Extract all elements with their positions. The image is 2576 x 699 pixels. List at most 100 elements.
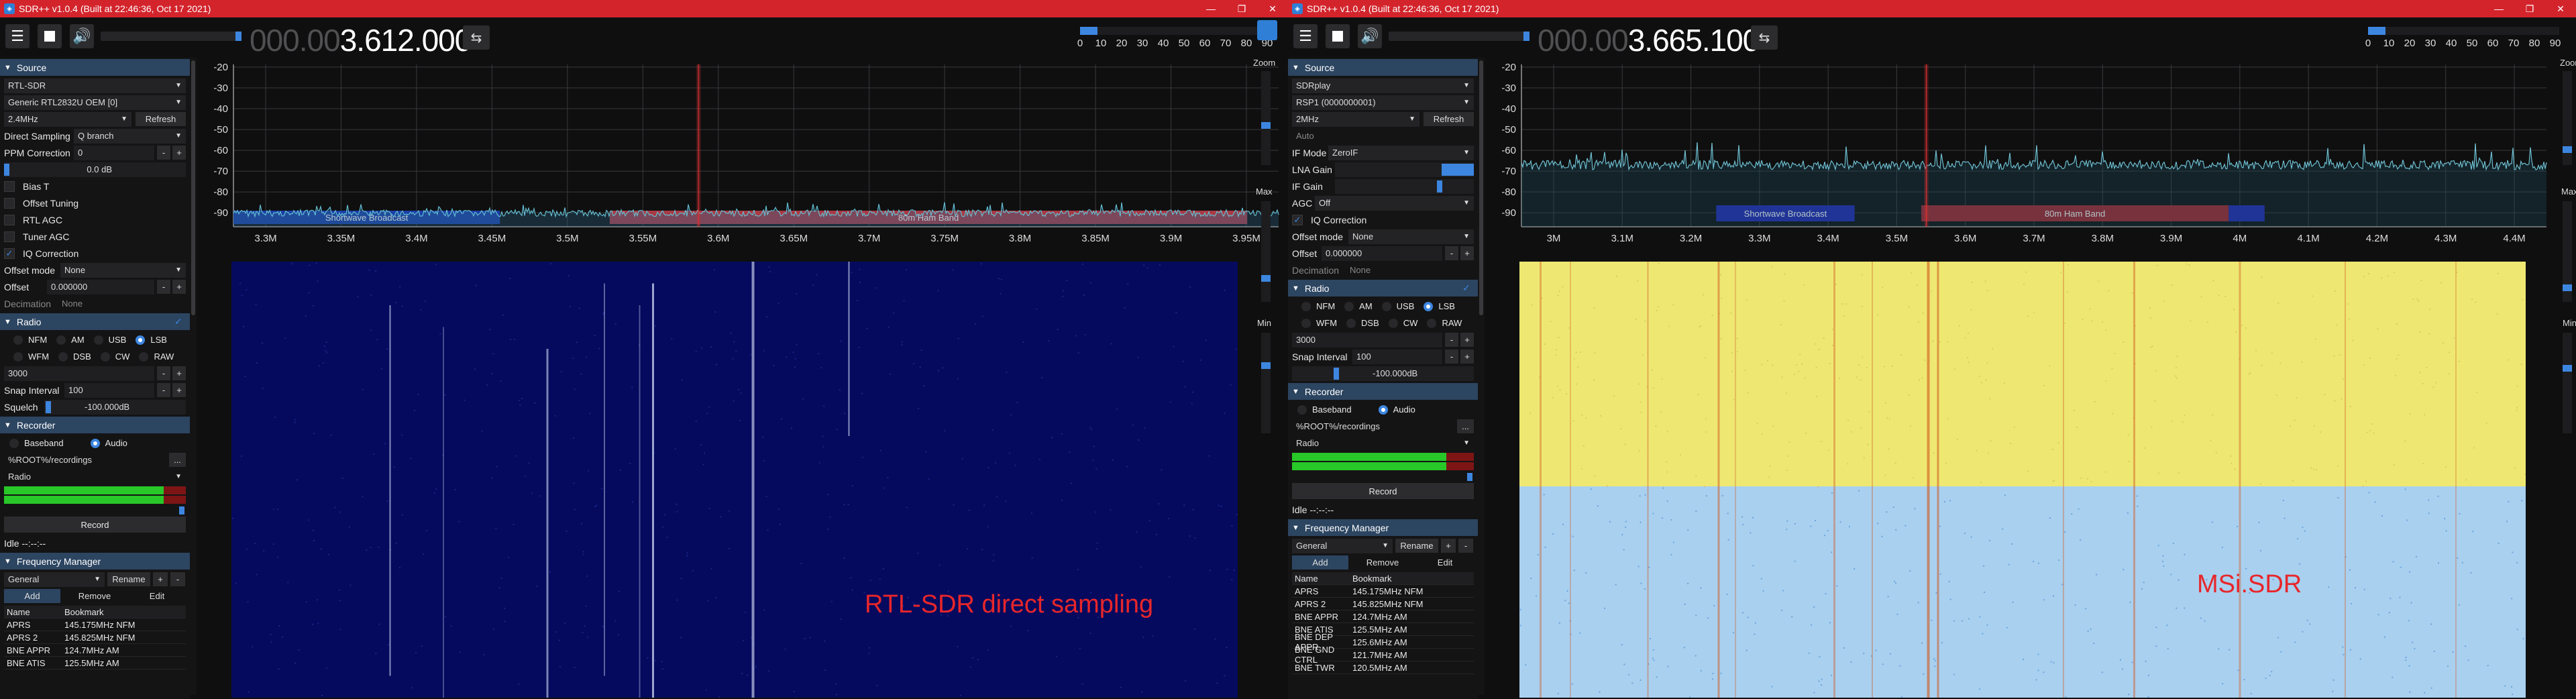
source-select[interactable]: RTL-SDR ▼ — [4, 78, 186, 93]
bandwidth-input[interactable]: 3000 — [4, 366, 154, 381]
rec-stream-select[interactable]: Radio ▼ — [1292, 435, 1474, 451]
mode-dsb[interactable]: DSB — [58, 352, 91, 362]
ppm-input[interactable]: 0 — [74, 145, 154, 160]
radio-dot[interactable] — [13, 335, 23, 345]
iq-correction-checkbox[interactable]: ✓ — [4, 248, 15, 259]
rec-volume-handle[interactable] — [179, 506, 184, 515]
rec-audio[interactable]: Audio — [1378, 405, 1415, 415]
fft-spectrum[interactable]: -20 -30 -40 -50 -60 -70 -80 -90 3M 3.1M 3.2M 3.3M 3.… — [1489, 58, 2556, 259]
lna-handle[interactable] — [1442, 163, 1474, 176]
freqman-header[interactable]: ▼ Frequency Manager — [0, 553, 190, 570]
radio-dot[interactable] — [56, 335, 66, 345]
mode-wfm[interactable]: WFM — [13, 352, 49, 362]
samplerate-select[interactable]: 2.4MHz ▼ — [4, 111, 131, 127]
radio-dot[interactable] — [13, 352, 23, 362]
offset-input[interactable]: 0.000000 — [47, 279, 154, 294]
gain-slider[interactable]: 0.0 dB — [4, 162, 186, 177]
offset-decrement[interactable]: - — [1445, 246, 1458, 260]
offset-input[interactable]: 0.000000 — [1322, 246, 1442, 261]
rec-path-input[interactable]: %ROOT%/recordings — [4, 452, 165, 468]
rec-audio[interactable]: Audio — [90, 438, 127, 448]
rec-browse-button[interactable]: ... — [1457, 419, 1474, 433]
radio-dot[interactable] — [1381, 301, 1391, 311]
fft-plot[interactable]: -20-30-40-50-60-70-80-903.3M 3.35M 3.4M 3.4… — [201, 58, 1288, 259]
decimation-select[interactable]: None — [1346, 262, 1474, 278]
offset-decrement[interactable]: - — [157, 280, 170, 294]
stop-button[interactable] — [38, 24, 62, 48]
radio-dot[interactable] — [58, 352, 68, 362]
source-select[interactable]: SDRplay ▼ — [1292, 78, 1474, 93]
direct-sampling-select[interactable]: Q branch ▼ — [74, 128, 186, 144]
enable-check-icon[interactable]: ✓ — [174, 316, 182, 327]
gain-slider-handle[interactable] — [4, 163, 9, 176]
remove-list-button[interactable]: - — [170, 572, 185, 586]
frequency-display[interactable]: 000.003.612.000 — [250, 20, 472, 60]
left-max-slider[interactable] — [1261, 201, 1271, 302]
ppm-increment[interactable]: + — [172, 146, 186, 160]
volume-slider-handle[interactable] — [1523, 32, 1529, 41]
left-window-side-icon[interactable] — [1257, 20, 1277, 40]
minimize-button[interactable]: — — [2483, 0, 2514, 17]
radio-dot[interactable] — [1301, 318, 1311, 328]
if-gain-slider[interactable] — [1335, 178, 1474, 194]
tuning-mode-swap-icon[interactable]: ⇆ — [1751, 25, 1778, 50]
radio-dot[interactable] — [139, 352, 149, 362]
edit-bookmark-button[interactable]: Edit — [1417, 555, 1473, 570]
offset-increment[interactable]: + — [172, 280, 186, 294]
scrollbar-thumb[interactable] — [191, 60, 195, 315]
device-select[interactable]: Generic RTL2832U OEM [0] ▼ — [4, 95, 186, 110]
waterfall[interactable]: MSi.SDR — [1519, 262, 2526, 698]
left-min-handle[interactable] — [1261, 362, 1271, 369]
ppm-decrement[interactable]: - — [157, 146, 170, 160]
offset-tuning-checkbox[interactable] — [4, 197, 15, 209]
iq-correction-checkbox[interactable]: ✓ — [1292, 214, 1303, 225]
radio-dot[interactable] — [93, 335, 103, 345]
left-min-slider[interactable] — [1261, 333, 1271, 433]
table-row[interactable]: BNE GND CTRL 121.7MHz AM — [1292, 645, 1474, 665]
table-row[interactable]: BNE APPR 124.7MHz AM — [4, 644, 186, 657]
if-gain-handle[interactable] — [1437, 180, 1442, 193]
menu-hamburger-icon[interactable]: ☰ — [1293, 24, 1318, 48]
volume-speaker-icon[interactable]: 🔊 — [1358, 24, 1382, 48]
lna-slider[interactable] — [1335, 162, 1474, 177]
zoom-slider-handle[interactable] — [2563, 146, 2572, 153]
snap-input[interactable]: 100 — [64, 382, 154, 398]
recorder-header[interactable]: ▼ Recorder — [0, 417, 190, 433]
agc-mode-select[interactable]: Auto — [1292, 128, 1474, 144]
rename-button[interactable]: Rename — [107, 572, 150, 586]
squelch-slider[interactable]: -100.000dB — [44, 399, 186, 415]
mode-lsb[interactable]: LSB — [136, 335, 167, 345]
bandwidth-increment[interactable]: + — [172, 366, 186, 380]
bandwidth-decrement[interactable]: - — [1445, 333, 1458, 347]
remove-bookmark-button[interactable]: Remove — [64, 589, 125, 603]
samplerate-select[interactable]: 2MHz ▼ — [1292, 111, 1419, 127]
bandwidth-decrement[interactable]: - — [157, 366, 170, 380]
maximize-button[interactable]: ❐ — [1226, 0, 1257, 17]
left-zoom-slider[interactable] — [1261, 71, 1271, 165]
close-button[interactable]: ✕ — [1257, 0, 1288, 17]
radio-dot-selected[interactable] — [1424, 301, 1434, 311]
edit-bookmark-button[interactable]: Edit — [129, 589, 185, 603]
maximize-button[interactable]: ❐ — [2514, 0, 2545, 17]
recorder-header[interactable]: ▼ Recorder — [1288, 383, 1478, 400]
table-row[interactable]: BNE TWR 120.5MHz AM — [1292, 661, 1474, 674]
table-row[interactable]: APRS 2 145.825MHz NFM — [1292, 598, 1474, 610]
record-button[interactable]: Record — [1292, 483, 1474, 499]
left-zoom-handle[interactable] — [1261, 122, 1271, 129]
waterfall[interactable]: RTL-SDR direct sampling — [231, 262, 1238, 698]
bandwidth-input[interactable]: 3000 — [1292, 332, 1442, 347]
min-slider-handle[interactable] — [2563, 365, 2572, 372]
volume-slider-handle[interactable] — [235, 32, 241, 41]
list-select[interactable]: General ▼ — [1292, 538, 1393, 553]
snap-decrement[interactable]: - — [157, 383, 170, 397]
frequency-leading-digits[interactable]: 000.00 — [250, 23, 341, 58]
menu-scrollbar[interactable] — [1478, 58, 1485, 695]
zoom-slider[interactable] — [2563, 71, 2572, 165]
radio-dot-selected[interactable] — [136, 335, 146, 345]
bias-t-checkbox[interactable] — [4, 180, 15, 192]
waterfall-plot[interactable] — [1519, 262, 2526, 698]
mode-nfm[interactable]: NFM — [1301, 301, 1335, 311]
mode-am[interactable]: AM — [1344, 301, 1373, 311]
mode-raw[interactable]: RAW — [1427, 318, 1462, 328]
left-max-handle[interactable] — [1261, 275, 1271, 282]
